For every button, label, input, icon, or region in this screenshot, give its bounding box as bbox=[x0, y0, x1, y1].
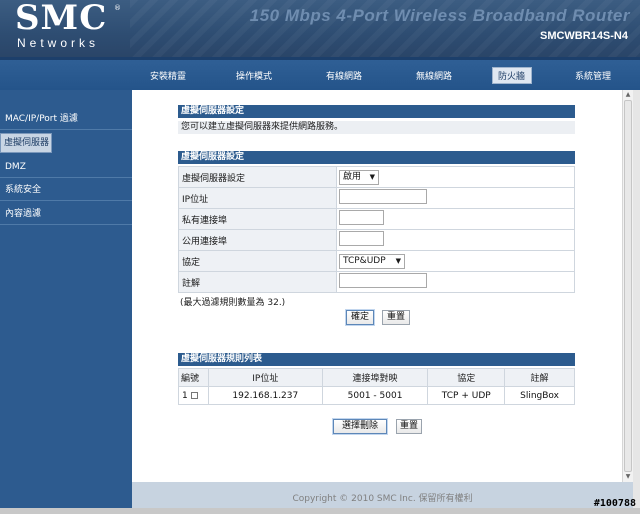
rules-reset-button[interactable]: 重置 bbox=[396, 419, 422, 434]
bottom-bar bbox=[0, 508, 640, 514]
sidebar-item-virtual-server[interactable]: 虛擬伺服器 bbox=[0, 133, 52, 153]
logo: SMC bbox=[15, 0, 108, 38]
vertical-scrollbar[interactable]: ▲ ▼ bbox=[622, 90, 633, 482]
row-protocol: TCP + UDP bbox=[427, 386, 506, 405]
sidebar: MAC/IP/Port 過濾 虛擬伺服器 DMZ 系統安全 內容過濾 bbox=[0, 90, 132, 514]
form-row-private-port: 私有連接埠 bbox=[178, 208, 575, 230]
logo-subtitle: Networks bbox=[17, 36, 100, 50]
delete-selected-button[interactable]: 選擇刪除 bbox=[333, 419, 387, 434]
sidebar-item-mac-ip-port-filter[interactable]: MAC/IP/Port 過濾 bbox=[0, 108, 132, 130]
table-header-row: 編號 IP位址 連接埠對映 協定 註解 bbox=[178, 368, 575, 387]
product-title: 150 Mbps 4-Port Wireless Broadband Route… bbox=[249, 6, 630, 25]
enable-select-value: 啟用 bbox=[343, 171, 362, 182]
nav-item-operation-mode[interactable]: 操作模式 bbox=[236, 69, 272, 82]
rules-table-title: 虛擬伺服器規則列表 bbox=[178, 353, 575, 366]
protocol-select[interactable]: TCP&UDP ▼ bbox=[339, 253, 405, 269]
protocol-label: 協定 bbox=[178, 250, 337, 272]
nav-item-wireless-network[interactable]: 無線網路 bbox=[416, 69, 452, 82]
column-header-comment: 註解 bbox=[504, 368, 575, 387]
form-row-public-port: 公用連接埠 bbox=[178, 229, 575, 251]
public-port-input[interactable] bbox=[339, 231, 384, 246]
apply-button[interactable]: 確定 bbox=[346, 310, 374, 325]
scrollbar-thumb[interactable] bbox=[624, 100, 632, 472]
footer: Copyright © 2010 SMC Inc. 保留所有權利 bbox=[132, 482, 633, 508]
form-row-protocol: 協定 TCP&UDP ▼ bbox=[178, 250, 575, 272]
chevron-down-icon: ▼ bbox=[369, 172, 375, 181]
section-title: 虛擬伺服器設定 bbox=[178, 105, 575, 118]
private-port-label: 私有連接埠 bbox=[178, 208, 337, 230]
nav-item-setup-wizard[interactable]: 安裝精靈 bbox=[150, 69, 186, 82]
column-header-port-map: 連接埠對映 bbox=[321, 368, 429, 387]
ip-label: IP位址 bbox=[178, 187, 337, 209]
section-description: 您可以建立虛擬伺服器來提供網路服務。 bbox=[178, 121, 575, 134]
comment-input[interactable] bbox=[339, 273, 427, 288]
max-rules-note: (最大過濾規則數量為 32.) bbox=[180, 298, 286, 308]
row-ip: 192.168.1.237 bbox=[207, 386, 323, 405]
public-port-label: 公用連接埠 bbox=[178, 229, 337, 251]
nav-item-system-management[interactable]: 系統管理 bbox=[575, 69, 611, 82]
column-header-ip: IP位址 bbox=[207, 368, 323, 387]
form-title: 虛擬伺服器設定 bbox=[178, 151, 575, 164]
logo-registered-mark: ® bbox=[114, 4, 121, 12]
form-row-enable: 虛擬伺服器設定 啟用 ▼ bbox=[178, 166, 575, 188]
nav-item-firewall[interactable]: 防火牆 bbox=[498, 69, 525, 82]
chevron-down-icon: ▼ bbox=[395, 256, 401, 265]
sidebar-item-dmz[interactable]: DMZ bbox=[0, 156, 132, 178]
comment-label: 註解 bbox=[178, 271, 337, 293]
protocol-select-value: TCP&UDP bbox=[343, 255, 386, 266]
sidebar-item-system-security[interactable]: 系統安全 bbox=[0, 179, 132, 201]
sidebar-item-content-filter[interactable]: 內容過濾 bbox=[0, 203, 132, 225]
nav-item-wired-network[interactable]: 有線網路 bbox=[326, 69, 362, 82]
form-row-comment: 註解 bbox=[178, 271, 575, 293]
header-banner: SMC ® Networks 150 Mbps 4-Port Wireless … bbox=[0, 0, 640, 57]
form-row-ip: IP位址 bbox=[178, 187, 575, 209]
row-comment: SlingBox bbox=[504, 386, 575, 405]
column-header-protocol: 協定 bbox=[427, 368, 506, 387]
model-name: SMCWBR14S-N4 bbox=[539, 30, 628, 42]
copyright-text: Copyright © 2010 SMC Inc. 保留所有權利 bbox=[292, 494, 473, 504]
virtual-server-form: 虛擬伺服器設定 啟用 ▼ IP位址 私有連接埠 公用連接埠 協定 TCP&UDP ▼… bbox=[178, 166, 575, 293]
ip-address-input[interactable] bbox=[339, 189, 427, 204]
footer-sidebar-area bbox=[0, 482, 132, 508]
rules-table: 編號 IP位址 連接埠對映 協定 註解 1 192.168.1.237 5001… bbox=[178, 368, 575, 405]
enable-select[interactable]: 啟用 ▼ bbox=[339, 169, 379, 185]
scroll-down-icon[interactable]: ▼ bbox=[624, 473, 632, 481]
sidebar-item-label: 虛擬伺服器 bbox=[4, 138, 50, 148]
enable-label: 虛擬伺服器設定 bbox=[178, 166, 337, 188]
column-header-number: 編號 bbox=[178, 368, 209, 387]
table-row: 1 192.168.1.237 5001 - 5001 TCP + UDP Sl… bbox=[178, 386, 575, 405]
row-port-map: 5001 - 5001 bbox=[321, 386, 429, 405]
scroll-up-icon[interactable]: ▲ bbox=[624, 91, 632, 99]
row-select-checkbox[interactable] bbox=[190, 391, 198, 399]
row-number: 1 bbox=[182, 390, 188, 401]
reset-button[interactable]: 重置 bbox=[382, 310, 410, 325]
watermark-id: #100788 bbox=[593, 498, 636, 509]
private-port-input[interactable] bbox=[339, 210, 384, 225]
top-navigation: 安裝精靈 操作模式 有線網路 無線網路 防火牆 系統管理 bbox=[0, 57, 640, 90]
